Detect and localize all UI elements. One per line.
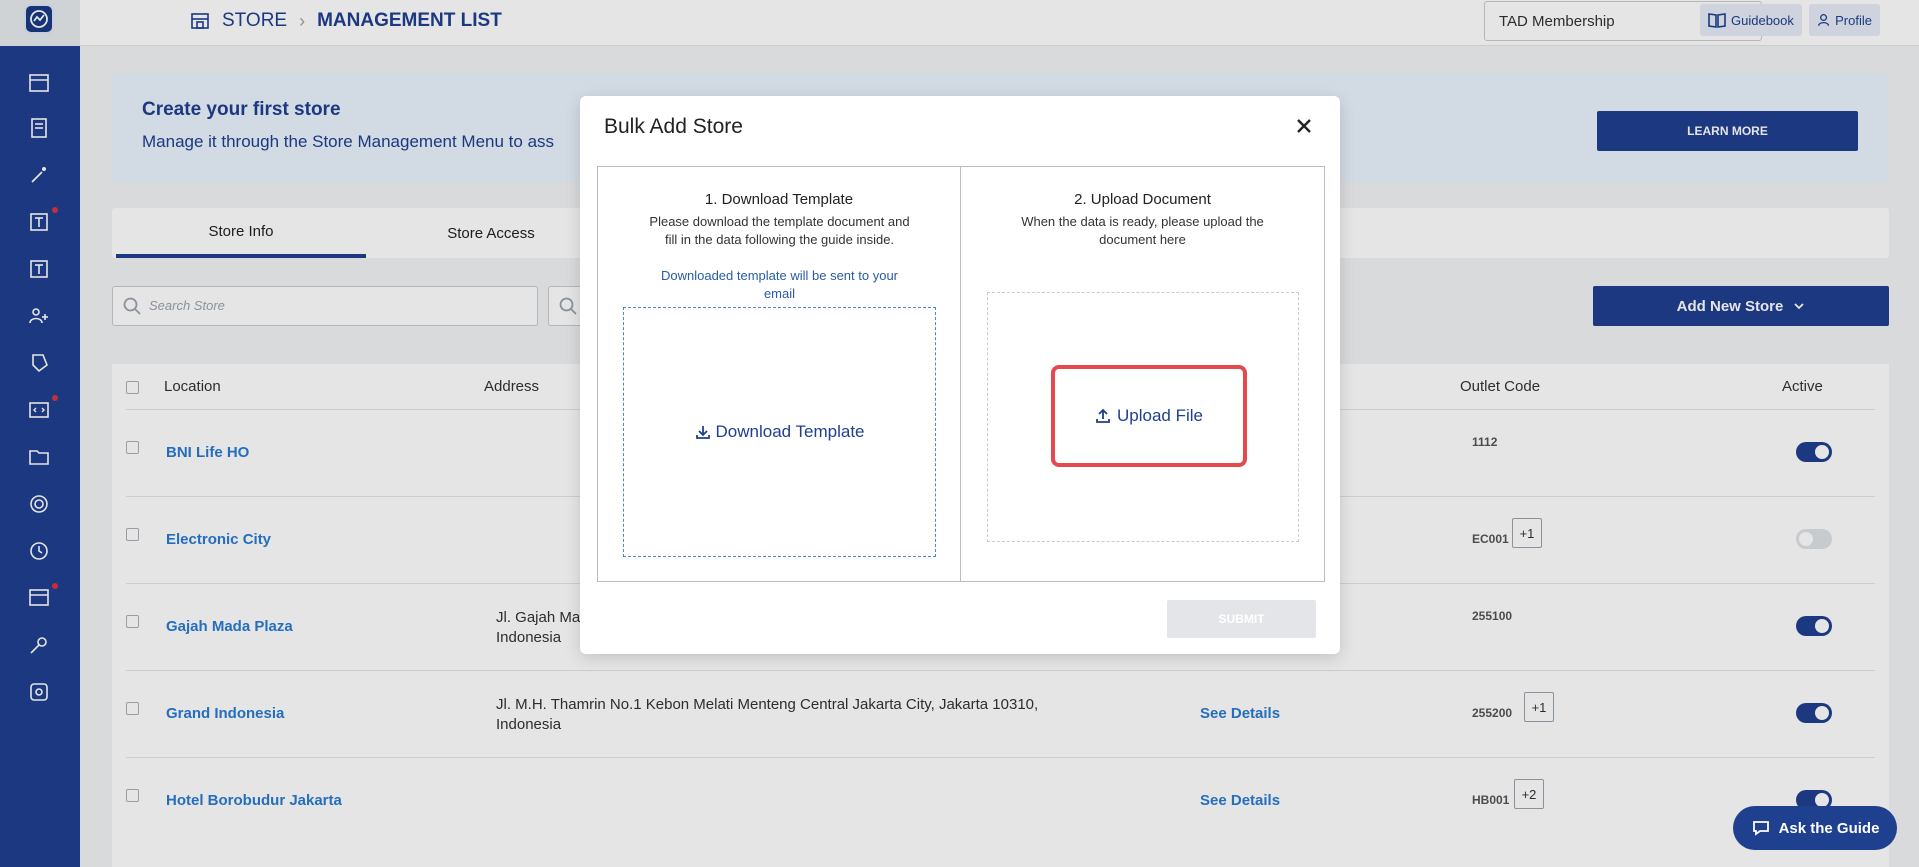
upload-file-label: Upload File <box>1117 406 1203 425</box>
step1-title: 1. Download Template <box>704 191 854 208</box>
bulk-add-store-modal: Bulk Add Store 1. Download Template Plea… <box>580 96 1340 654</box>
upload-file-button[interactable]: Upload File <box>1051 365 1247 467</box>
download-panel: 1. Download Template Please download the… <box>598 167 961 581</box>
download-icon <box>695 426 710 439</box>
modal-title: Bulk Add Store <box>604 115 743 138</box>
close-icon[interactable] <box>1290 112 1318 140</box>
chat-icon <box>1752 821 1769 836</box>
step2-description: When the data is ready, please upload th… <box>1021 214 1264 247</box>
ask-the-guide-button[interactable]: Ask the Guide <box>1733 806 1897 850</box>
step1-description: Please download the template document an… <box>649 214 910 247</box>
download-template-area[interactable]: Download Template <box>623 307 936 557</box>
step2-title: 2. Upload Document <box>1074 191 1211 208</box>
ask-the-guide-label: Ask the Guide <box>1778 819 1880 837</box>
download-template-link[interactable]: Download Template <box>695 422 865 442</box>
upload-drop-area[interactable]: Upload File <box>987 292 1299 542</box>
download-template-label: Download Template <box>715 422 865 441</box>
upload-icon <box>1096 408 1110 423</box>
upload-panel: 2. Upload Document When the data is read… <box>961 167 1324 581</box>
step1-note: Downloaded template will be sent to your… <box>660 268 899 301</box>
submit-button[interactable]: SUBMIT <box>1167 600 1316 638</box>
upload-panels: 1. Download Template Please download the… <box>597 166 1325 582</box>
